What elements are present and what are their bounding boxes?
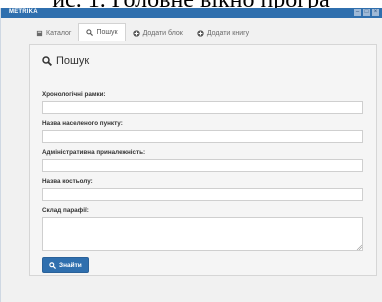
nav-tabs: Каталог Пошук Додати блок Додати книгу — [29, 23, 377, 41]
admin-affiliation-input[interactable] — [42, 159, 363, 172]
tab-add-book-label: Додати книгу — [206, 29, 250, 37]
plus-circle-icon — [132, 29, 140, 37]
search-button-label: Знайти — [59, 261, 82, 269]
search-icon — [86, 29, 94, 36]
minimize-icon[interactable]: – — [354, 9, 361, 16]
settlement-input[interactable] — [42, 130, 363, 143]
app-window: METRIKA – □ × Каталог Пошук Додати блок … — [0, 8, 382, 302]
chronology-input[interactable] — [42, 101, 363, 114]
chronology-label: Хронологічні рамки: — [42, 91, 106, 98]
search-panel-title: Пошук — [42, 55, 89, 67]
parish-composition-wrapper — [42, 217, 363, 251]
search-panel: Пошук Хронологічні рамки: Назва населено… — [29, 44, 377, 276]
parish-composition-textarea[interactable] — [42, 217, 363, 251]
tab-add-block[interactable]: Додати блок — [126, 25, 190, 41]
church-name-input[interactable] — [42, 188, 363, 201]
tab-add-book[interactable]: Додати книгу — [190, 25, 256, 41]
search-icon — [42, 56, 52, 66]
tab-catalog-label: Каталог — [46, 29, 72, 37]
tab-add-block-label: Додати блок — [142, 29, 183, 37]
resize-grip-icon[interactable] — [356, 244, 362, 250]
church-name-label: Назва костьолу: — [42, 178, 93, 185]
tab-search-label: Пошук — [96, 29, 118, 36]
app-title: METRIKA — [9, 9, 38, 15]
search-panel-title-text: Пошук — [56, 55, 90, 67]
tab-catalog[interactable]: Каталог — [29, 25, 78, 41]
plus-circle-icon — [197, 29, 204, 37]
book-icon — [36, 30, 43, 36]
close-icon[interactable]: × — [372, 9, 379, 16]
search-icon — [49, 261, 56, 269]
admin-affiliation-label: Адміністративна приналежність: — [42, 149, 146, 156]
window-controls: – □ × — [354, 9, 379, 16]
parish-composition-label: Склад парафії: — [42, 207, 89, 214]
settlement-label: Назва населеного пункту: — [42, 120, 123, 127]
search-button[interactable]: Знайти — [42, 257, 89, 273]
tab-search[interactable]: Пошук — [78, 23, 126, 41]
title-bar[interactable]: METRIKA – □ × — [1, 8, 382, 18]
maximize-icon[interactable]: □ — [363, 9, 370, 16]
